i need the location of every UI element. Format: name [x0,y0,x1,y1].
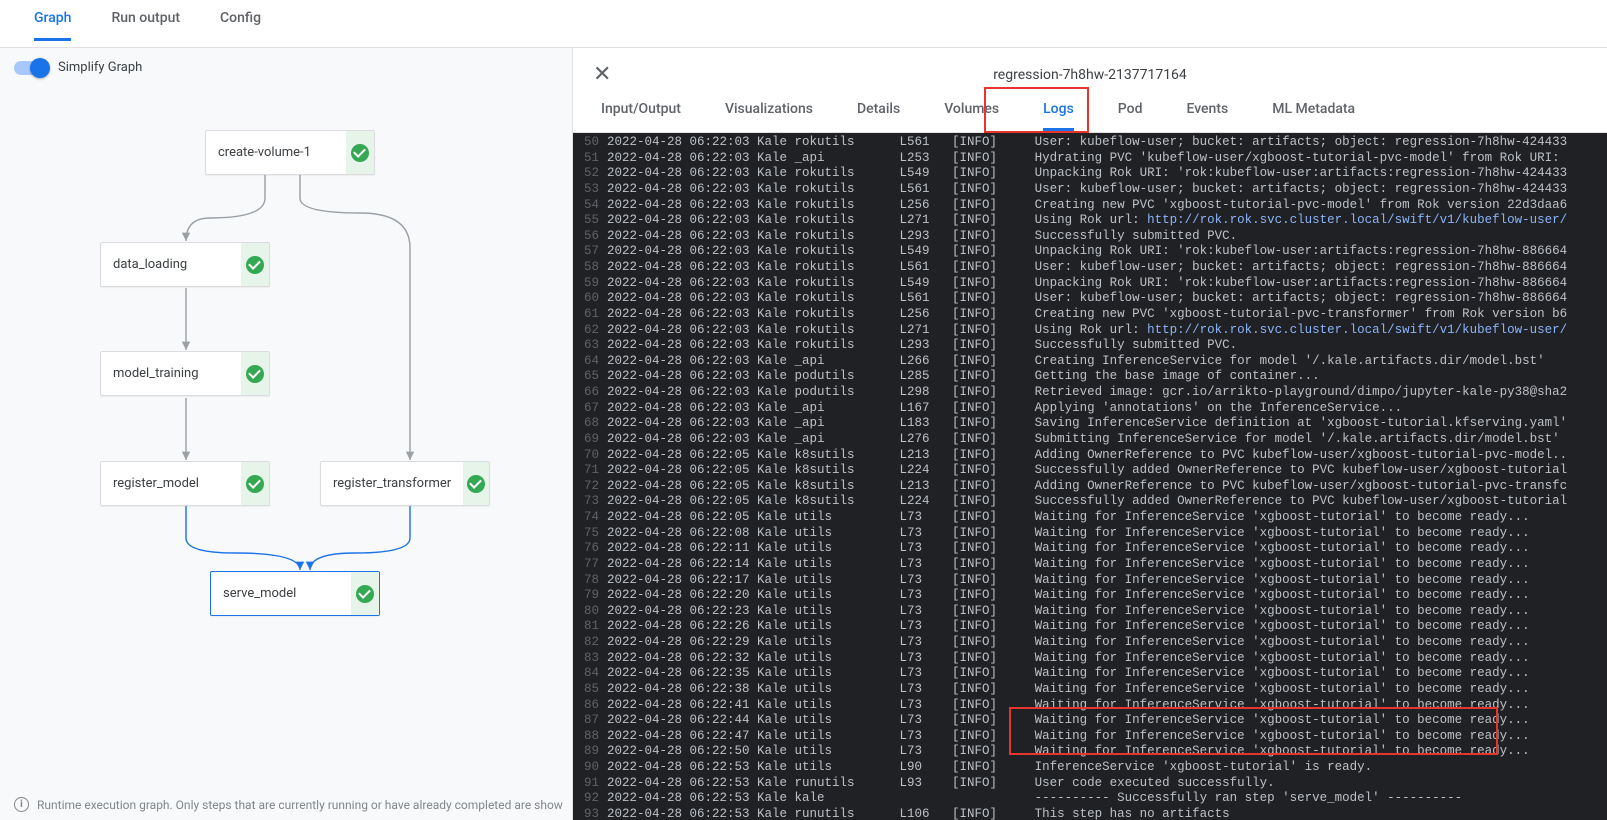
log-line: 802022-04-28 06:22:23 Kale utils L73 [IN… [573,604,1607,620]
log-line: 672022-04-28 06:22:03 Kale _api L167 [IN… [573,401,1607,417]
tab-logs[interactable]: Logs [1043,93,1074,131]
tab-volumes[interactable]: Volumes [944,93,999,128]
log-line: 552022-04-28 06:22:03 Kale rokutils L271… [573,213,1607,229]
log-line: 642022-04-28 06:22:03 Kale _api L266 [IN… [573,354,1607,370]
log-line: 742022-04-28 06:22:05 Kale utils L73 [IN… [573,510,1607,526]
log-line: 692022-04-28 06:22:03 Kale _api L276 [IN… [573,432,1607,448]
log-line: 892022-04-28 06:22:50 Kale utils L73 [IN… [573,744,1607,760]
node-register-model[interactable]: register_model [100,461,270,506]
node-register-transformer[interactable]: register_transformer [320,461,490,506]
status-success-icon [241,243,269,286]
log-line: 822022-04-28 06:22:29 Kale utils L73 [IN… [573,635,1607,651]
log-line: 562022-04-28 06:22:03 Kale rokutils L293… [573,229,1607,245]
node-label: model_training [101,352,241,395]
log-line: 792022-04-28 06:22:20 Kale utils L73 [IN… [573,588,1607,604]
footer-hint: i Runtime execution graph. Only steps th… [14,797,563,812]
log-line: 912022-04-28 06:22:53 Kale runutils L93 … [573,776,1607,792]
tab-details[interactable]: Details [857,93,900,128]
status-success-icon [351,572,379,615]
info-icon: i [14,797,29,812]
log-line: 832022-04-28 06:22:32 Kale utils L73 [IN… [573,651,1607,667]
tab-input-output[interactable]: Input/Output [601,93,681,128]
log-line: 722022-04-28 06:22:05 Kale k8sutils L213… [573,479,1607,495]
node-label: create-volume-1 [206,131,346,174]
log-line: 902022-04-28 06:22:53 Kale utils L90 [IN… [573,760,1607,776]
status-success-icon [241,352,269,395]
log-line: 542022-04-28 06:22:03 Kale rokutils L256… [573,198,1607,214]
node-label: register_model [101,462,241,505]
detail-tabs: Input/Output Visualizations Details Volu… [573,93,1607,133]
log-line: 512022-04-28 06:22:03 Kale _api L253 [IN… [573,151,1607,167]
tab-graph[interactable]: Graph [34,10,71,41]
log-line: 522022-04-28 06:22:03 Kale rokutils L549… [573,166,1607,182]
log-line: 662022-04-28 06:22:03 Kale podutils L298… [573,385,1607,401]
log-line: 712022-04-28 06:22:05 Kale k8sutils L224… [573,463,1607,479]
log-line: 592022-04-28 06:22:03 Kale rokutils L549… [573,276,1607,292]
log-line: 572022-04-28 06:22:03 Kale rokutils L549… [573,244,1607,260]
node-data-loading[interactable]: data_loading [100,242,270,287]
log-view[interactable]: 502022-04-28 06:22:03 Kale rokutils L561… [573,133,1607,820]
log-line: 862022-04-28 06:22:41 Kale utils L73 [IN… [573,698,1607,714]
log-line: 762022-04-28 06:22:11 Kale utils L73 [IN… [573,541,1607,557]
node-model-training[interactable]: model_training [100,351,270,396]
log-line: 872022-04-28 06:22:44 Kale utils L73 [IN… [573,713,1607,729]
node-label: register_transformer [321,462,463,505]
tab-run-output[interactable]: Run output [111,10,180,38]
footer-hint-text: Runtime execution graph. Only steps that… [37,798,563,812]
tab-visualizations[interactable]: Visualizations [725,93,813,128]
pipeline-graph[interactable]: create-volume-1 data_loading model_train… [0,48,572,820]
close-icon[interactable]: ✕ [593,62,617,87]
log-line: 732022-04-28 06:22:05 Kale k8sutils L224… [573,494,1607,510]
log-line: 782022-04-28 06:22:17 Kale utils L73 [IN… [573,573,1607,589]
log-line: 812022-04-28 06:22:26 Kale utils L73 [IN… [573,619,1607,635]
node-label: serve_model [211,572,351,615]
log-line: 772022-04-28 06:22:14 Kale utils L73 [IN… [573,557,1607,573]
log-line: 622022-04-28 06:22:03 Kale rokutils L271… [573,323,1607,339]
tab-config[interactable]: Config [220,10,261,38]
tab-ml-metadata[interactable]: ML Metadata [1272,93,1355,128]
tab-events[interactable]: Events [1186,93,1228,128]
status-success-icon [241,462,269,505]
log-line: 852022-04-28 06:22:38 Kale utils L73 [IN… [573,682,1607,698]
log-line: 932022-04-28 06:22:53 Kale runutils L106… [573,807,1607,820]
log-line: 632022-04-28 06:22:03 Kale rokutils L293… [573,338,1607,354]
node-create-volume-1[interactable]: create-volume-1 [205,130,375,175]
status-success-icon [346,131,374,174]
node-serve-model[interactable]: serve_model [210,571,380,616]
log-line: 502022-04-28 06:22:03 Kale rokutils L561… [573,135,1607,151]
log-line: 702022-04-28 06:22:05 Kale k8sutils L213… [573,448,1607,464]
log-line: 842022-04-28 06:22:35 Kale utils L73 [IN… [573,666,1607,682]
log-line: 682022-04-28 06:22:03 Kale _api L183 [IN… [573,416,1607,432]
log-line: 652022-04-28 06:22:03 Kale podutils L285… [573,369,1607,385]
node-label: data_loading [101,243,241,286]
tab-pod[interactable]: Pod [1118,93,1143,128]
status-success-icon [463,462,489,505]
log-line: 882022-04-28 06:22:47 Kale utils L73 [IN… [573,729,1607,745]
log-line: 602022-04-28 06:22:03 Kale rokutils L561… [573,291,1607,307]
log-line: 922022-04-28 06:22:53 Kale kale --------… [573,791,1607,807]
log-line: 752022-04-28 06:22:08 Kale utils L73 [IN… [573,526,1607,542]
log-line: 582022-04-28 06:22:03 Kale rokutils L561… [573,260,1607,276]
log-line: 532022-04-28 06:22:03 Kale rokutils L561… [573,182,1607,198]
detail-title: regression-7h8hw-2137717164 [617,67,1563,83]
log-line: 612022-04-28 06:22:03 Kale rokutils L256… [573,307,1607,323]
